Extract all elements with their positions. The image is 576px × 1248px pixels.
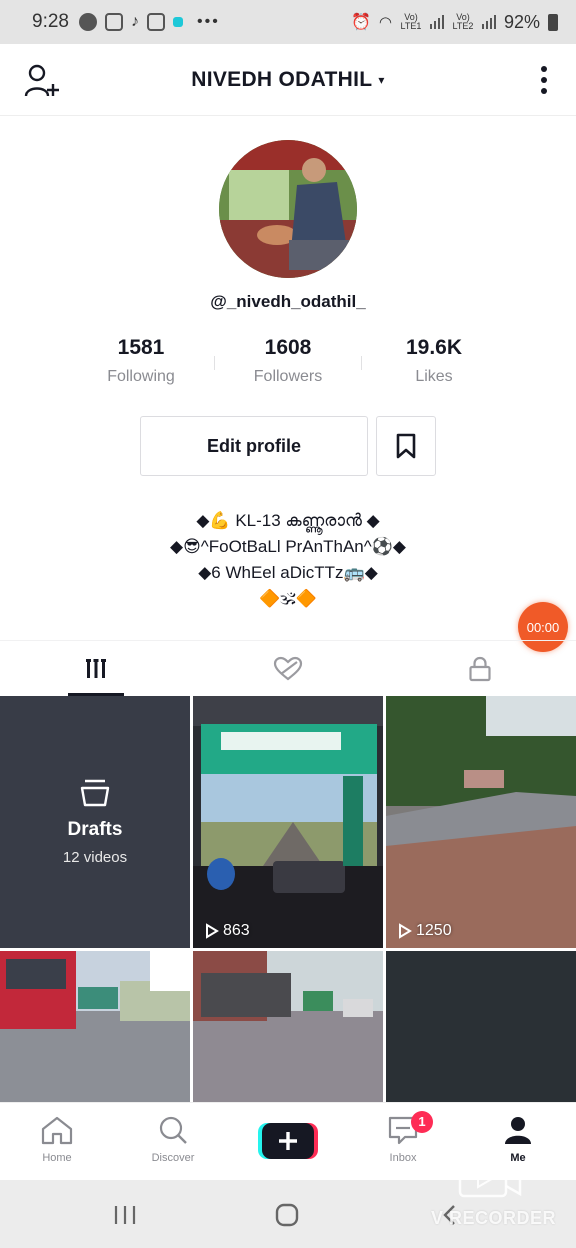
video-thumbnail[interactable]: 1250 bbox=[386, 696, 576, 948]
alarm-icon: ⏰ bbox=[350, 14, 371, 31]
home-icon bbox=[41, 1116, 73, 1145]
tab-videos[interactable] bbox=[0, 641, 192, 697]
recent-apps-icon[interactable] bbox=[112, 1204, 138, 1226]
recorder-logo-icon bbox=[458, 1162, 522, 1198]
username-handle: @_nivedh_odathil_ bbox=[210, 292, 366, 311]
drafts-icon bbox=[80, 779, 110, 806]
wifi-icon: ◠ bbox=[378, 14, 392, 31]
bio-line: ◆6 WhEel aDicTTz🚌◆ bbox=[198, 563, 378, 582]
sim2-label: Vo) LTE2 bbox=[452, 12, 474, 31]
more-notifications-icon: ••• bbox=[196, 13, 220, 30]
profile-screen: 9:28 ♪ ••• ⏰ ◠ Vo) LTE1 Vo) LTE2 92% NIV… bbox=[0, 0, 576, 1248]
profile-stats: 1581 Following 1608 Followers 19.6K Like… bbox=[0, 336, 576, 396]
stat-value: 19.6K bbox=[405, 336, 463, 359]
recorder-watermark: V RECORDER bbox=[430, 1208, 556, 1228]
play-icon bbox=[399, 923, 412, 939]
bio-line: ◆😎^FoOtBaLl PrAnThAn^⚽◆ bbox=[170, 537, 406, 556]
profile-header: NIVEDH ODATHIL ▾ bbox=[0, 44, 576, 116]
create-video-button[interactable] bbox=[258, 1121, 318, 1161]
status-bar: 9:28 ♪ ••• ⏰ ◠ Vo) LTE1 Vo) LTE2 92% bbox=[0, 0, 576, 44]
nav-inbox[interactable]: 1 Inbox bbox=[353, 1111, 453, 1164]
stat-value: 1608 bbox=[264, 336, 312, 359]
bookmark-icon bbox=[396, 433, 416, 459]
stat-following[interactable]: 1581 Following bbox=[71, 336, 211, 386]
profile-bio: ◆💪 KL-13 കണ്ണൂരാൻ ◆ ◆😎^FoOtBaLl PrAnThAn… bbox=[0, 508, 576, 612]
video-thumbnail[interactable] bbox=[0, 951, 190, 1102]
stat-divider bbox=[361, 356, 362, 370]
avatar-photo bbox=[219, 140, 357, 278]
signal-bars-icon bbox=[429, 15, 444, 29]
play-icon bbox=[206, 923, 219, 939]
tiktok-icon: ♪ bbox=[130, 13, 139, 30]
view-count-value: 1250 bbox=[416, 922, 452, 939]
account-name: NIVEDH ODATHIL bbox=[191, 67, 373, 91]
search-icon bbox=[159, 1116, 187, 1144]
stat-divider bbox=[214, 356, 215, 370]
more-options-icon[interactable] bbox=[540, 66, 548, 94]
video-thumbnail-image bbox=[386, 696, 576, 948]
favorites-button[interactable] bbox=[376, 416, 436, 476]
signal-bars-icon bbox=[481, 15, 496, 29]
drafts-label: Drafts bbox=[67, 818, 123, 840]
video-thumbnail[interactable]: 863 bbox=[193, 696, 383, 948]
account-switcher[interactable]: NIVEDH ODATHIL ▾ bbox=[191, 68, 384, 92]
battery-icon bbox=[548, 13, 558, 31]
view-count: 1250 bbox=[398, 922, 452, 940]
nav-label: Inbox bbox=[389, 1152, 417, 1164]
drafts-tile[interactable]: Drafts 12 videos bbox=[0, 696, 190, 948]
bio-line: ◆💪 KL-13 കണ്ണൂരാൻ ◆ bbox=[196, 511, 380, 530]
nav-label: Discover bbox=[151, 1152, 195, 1164]
view-count-value: 863 bbox=[223, 922, 250, 939]
stat-label: Following bbox=[107, 368, 175, 385]
sim1-label: Vo) LTE1 bbox=[400, 12, 422, 31]
home-circle-icon[interactable] bbox=[274, 1202, 300, 1228]
status-time: 9:28 bbox=[32, 11, 69, 32]
shield-icon bbox=[146, 13, 165, 31]
stat-value: 1581 bbox=[117, 336, 165, 359]
tab-private[interactable] bbox=[384, 641, 576, 697]
liked-heart-icon bbox=[273, 656, 303, 681]
view-count: 863 bbox=[205, 922, 250, 940]
grid-icon bbox=[86, 659, 106, 678]
instagram-icon bbox=[104, 13, 123, 31]
stat-label: Followers bbox=[253, 368, 323, 385]
content-tabs bbox=[0, 640, 576, 696]
nav-me[interactable]: Me bbox=[468, 1115, 568, 1164]
app-notification-icon bbox=[172, 17, 183, 27]
stat-likes[interactable]: 19.6K Likes bbox=[364, 336, 504, 386]
video-grid: Drafts 12 videos 863 1250 bbox=[0, 696, 576, 1102]
edit-profile-button[interactable]: Edit profile bbox=[140, 416, 368, 476]
video-thumbnail[interactable] bbox=[386, 951, 576, 1102]
tab-liked[interactable] bbox=[192, 641, 384, 697]
inbox-badge: 1 bbox=[411, 1111, 433, 1133]
nav-home[interactable]: Home bbox=[7, 1115, 107, 1164]
drafts-count: 12 videos bbox=[62, 848, 128, 866]
stat-label: Likes bbox=[415, 368, 453, 385]
avatar[interactable] bbox=[219, 140, 357, 278]
video-thumbnail[interactable] bbox=[193, 951, 383, 1102]
lock-icon bbox=[469, 656, 491, 682]
profile-icon bbox=[505, 1117, 531, 1144]
battery-percent: 92% bbox=[503, 11, 540, 32]
video-thumbnail-image bbox=[0, 951, 190, 1102]
whatsapp-icon bbox=[78, 13, 97, 31]
bio-line: 🔶🕉🔶 bbox=[259, 589, 317, 608]
add-user-icon[interactable] bbox=[24, 64, 60, 98]
nav-discover[interactable]: Discover bbox=[123, 1115, 223, 1164]
video-thumbnail-image bbox=[193, 951, 383, 1102]
stat-followers[interactable]: 1608 Followers bbox=[218, 336, 358, 386]
chevron-down-icon: ▾ bbox=[378, 72, 385, 87]
nav-label: Home bbox=[42, 1152, 72, 1164]
video-thumbnail-image bbox=[193, 696, 383, 948]
